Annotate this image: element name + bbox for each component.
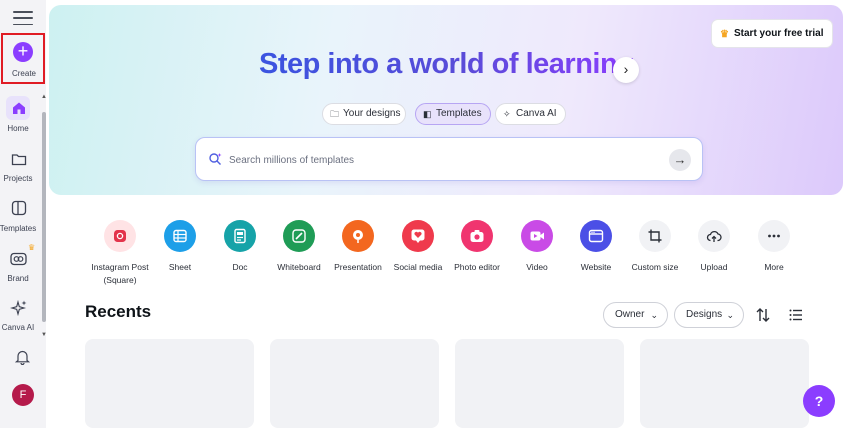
help-button[interactable]: ? <box>803 385 835 417</box>
sidebar-item-projects[interactable]: Projects <box>0 174 41 183</box>
folder-icon: 🗀 <box>330 109 340 119</box>
chevron-down-icon: ⌄ <box>650 310 658 320</box>
whiteboard-icon <box>283 220 315 252</box>
search-icon <box>209 153 222 165</box>
owner-filter-label: Owner <box>615 309 645 320</box>
pill-canva-ai[interactable]: ✧ Canva AI <box>495 103 566 125</box>
sidebar-item-canva-ai[interactable]: Canva AI <box>0 323 41 332</box>
video-icon <box>521 220 553 252</box>
sheet-icon <box>164 220 196 252</box>
sidebar-scroll-thumb[interactable] <box>42 112 46 322</box>
main-content: ♛ Start your free trial Step into a worl… <box>47 0 850 428</box>
designs-filter-dropdown[interactable]: Designs ⌄ <box>674 302 744 328</box>
crown-icon: ♛ <box>720 29 729 40</box>
brand-icon[interactable] <box>10 251 28 267</box>
pill-your-designs[interactable]: 🗀 Your designs <box>322 103 406 125</box>
search-submit-button[interactable]: → <box>669 149 691 171</box>
hero-title: Step into a world of learning <box>259 48 635 80</box>
camera-icon <box>461 220 493 252</box>
sort-icon[interactable] <box>755 307 771 323</box>
tool-label: More <box>764 262 784 272</box>
heart-icon <box>402 220 434 252</box>
recent-design-card[interactable] <box>640 339 809 428</box>
owner-filter-dropdown[interactable]: Owner ⌄ <box>603 302 668 328</box>
sidebar-item-home-label: Home <box>7 124 29 133</box>
sparkle-icon: ✧ <box>503 109 511 119</box>
create-button[interactable]: + Create <box>1 33 45 84</box>
left-sidebar: + Create Home Projects Templates ♛ Brand <box>0 0 47 428</box>
sidebar-item-templates[interactable]: Templates <box>0 224 41 233</box>
hero-banner: ♛ Start your free trial Step into a worl… <box>49 5 843 195</box>
start-free-trial-label: Start your free trial <box>734 28 824 39</box>
list-view-icon[interactable] <box>788 307 804 323</box>
create-label: Create <box>11 69 36 78</box>
recent-design-card[interactable] <box>85 339 254 428</box>
doc-icon <box>224 220 256 252</box>
search-bar[interactable]: → <box>195 137 703 181</box>
instagram-icon <box>104 220 136 252</box>
pill-canva-ai-label: Canva AI <box>516 108 557 119</box>
pill-templates-label: Templates <box>436 108 482 119</box>
pill-templates[interactable]: ◧ Templates <box>415 103 491 125</box>
presentation-icon <box>342 220 374 252</box>
canva-home-page: + Create Home Projects Templates ♛ Brand <box>0 0 850 428</box>
sidebar-item-brand[interactable]: Brand <box>0 274 41 283</box>
menu-icon[interactable] <box>13 11 33 25</box>
chevron-down-icon: ⌄ <box>726 310 734 320</box>
crop-icon <box>639 220 671 252</box>
avatar[interactable]: F <box>12 384 34 406</box>
templates-icon[interactable] <box>11 200 27 216</box>
hero-next-button[interactable]: › <box>613 57 639 83</box>
start-free-trial-button[interactable]: ♛ Start your free trial <box>712 20 832 47</box>
bell-icon[interactable] <box>15 349 30 365</box>
recents-title: Recents <box>85 302 152 321</box>
plus-icon: + <box>13 42 33 62</box>
search-input[interactable] <box>229 150 649 170</box>
recent-design-card[interactable] <box>270 339 439 428</box>
home-icon <box>13 102 25 114</box>
sparkle-icon[interactable] <box>10 299 28 317</box>
folder-icon[interactable] <box>11 151 27 167</box>
designs-filter-label: Designs <box>686 309 723 320</box>
recent-design-card[interactable] <box>455 339 624 428</box>
pill-your-designs-label: Your designs <box>343 108 401 119</box>
upload-cloud-icon <box>698 220 730 252</box>
website-icon <box>580 220 612 252</box>
templates-icon: ◧ <box>423 109 432 119</box>
more-icon <box>758 220 790 252</box>
crown-icon: ♛ <box>28 243 36 252</box>
